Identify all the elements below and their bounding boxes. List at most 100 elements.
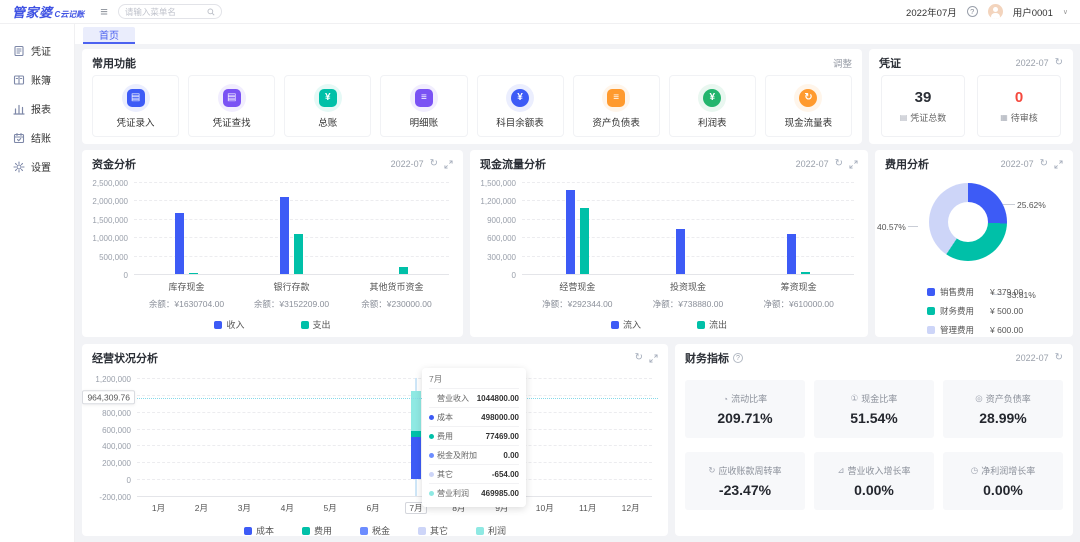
search-input[interactable] [125, 7, 203, 17]
legend-chip [476, 527, 484, 535]
legend-label: 利润 [488, 524, 506, 536]
legend-item-税金[interactable]: 税金 [360, 524, 390, 536]
legend-item-财务费用[interactable]: 财务费用¥ 500.00 [927, 305, 1023, 317]
indicator-label: ⊿营业收入增长率 [837, 464, 910, 477]
y-axis-tick: 600,000 [102, 426, 131, 435]
sidebar-item-ledger[interactable]: 账簿 [0, 65, 74, 94]
legend-label: 流入 [623, 318, 641, 331]
legend-item-利润[interactable]: 利润 [476, 524, 506, 536]
profit-sheet-icon: ¥ [703, 89, 721, 107]
quick-action-general-ledger[interactable]: ¥总账 [284, 75, 371, 137]
bar-收入 [280, 197, 289, 274]
panel-funds-analysis: 资金分析 2022-07 ↻ 2,500,0002,000,0001,500,0… [82, 150, 463, 337]
refresh-icon[interactable]: ↻ [430, 159, 438, 169]
y-axis-tick: 1,200,000 [95, 375, 131, 384]
refresh-icon[interactable]: ↻ [635, 353, 643, 363]
indicator-label: ↻应收账款周转率 [708, 464, 781, 477]
help-icon[interactable]: ? [967, 6, 978, 17]
chevron-down-icon[interactable]: ∨ [1063, 8, 1068, 16]
voucher-search-icon: ▤ [223, 89, 241, 107]
quick-action-label: 利润表 [698, 115, 727, 129]
tab-home[interactable]: 首页 [83, 27, 135, 44]
month-label: 1月 [152, 503, 165, 513]
voucher-total-text: 凭证总数 [910, 111, 946, 124]
expand-icon[interactable] [649, 354, 658, 363]
logo-subtext: C云记账 [55, 9, 85, 20]
period-label: 2022-07 [1016, 353, 1049, 363]
quick-action-profit-sheet[interactable]: ¥ 利润表 [669, 75, 756, 137]
legend-label: 流出 [709, 318, 727, 331]
pending-review-box[interactable]: 0 ▦ 待审核 [977, 75, 1061, 137]
indicator-card: ◷净利润增长率0.00% [943, 452, 1063, 510]
funds-title: 资金分析 [92, 156, 136, 172]
voucher-total-box[interactable]: 39 ▤ 凭证总数 [881, 75, 965, 137]
balance-label: 净额：¥738880.00 [633, 298, 744, 310]
settings-icon [13, 161, 25, 173]
legend-item-其它[interactable]: 其它 [418, 524, 448, 536]
bar-流出 [801, 272, 810, 274]
quick-action-label: 科目余额表 [496, 115, 544, 129]
sidebar-item-report[interactable]: 报表 [0, 94, 74, 123]
expand-icon[interactable] [444, 160, 453, 169]
avatar[interactable] [988, 4, 1003, 19]
month-label: 4月 [281, 503, 294, 513]
stack-segment-费用 [411, 431, 421, 438]
quick-action-voucher-search[interactable]: ▤凭证查找 [188, 75, 275, 137]
refresh-icon[interactable]: ↻ [835, 159, 843, 169]
revenue-growth-icon: ⊿ [837, 465, 844, 476]
expand-icon[interactable] [849, 160, 858, 169]
bar-流入 [566, 190, 575, 274]
indicator-value: 51.54% [850, 410, 897, 426]
legend-item-管理费用[interactable]: 管理费用¥ 600.00 [927, 324, 1023, 336]
sidebar-item-voucher[interactable]: 凭证 [0, 36, 74, 65]
legend-item-流出[interactable]: 流出 [697, 318, 727, 331]
quick-action-account-balance[interactable]: ¥科目余额表 [477, 75, 564, 137]
y-axis-tick: 900,000 [487, 216, 516, 225]
gridline: 800,000 [137, 412, 652, 413]
bar-group [743, 182, 854, 274]
expand-icon[interactable] [1054, 160, 1063, 169]
refresh-icon[interactable]: ↻ [1055, 58, 1063, 68]
tooltip-label: 费用 [437, 431, 486, 442]
period-label: 2022-07 [1016, 58, 1049, 68]
month-label: 2月 [195, 503, 208, 513]
quick-action-balance-sheet[interactable]: ≡资产负债表 [573, 75, 660, 137]
quick-action-detail-ledger[interactable]: ≡明细账 [380, 75, 467, 137]
legend-item-收入[interactable]: 收入 [214, 318, 244, 331]
legend-item-销售费用[interactable]: 销售费用¥ 379.00 [927, 286, 1023, 298]
legend-item-支出[interactable]: 支出 [301, 318, 331, 331]
legend-item-费用[interactable]: 费用 [302, 524, 332, 536]
refresh-icon[interactable]: ↻ [1055, 353, 1063, 363]
legend-chip [301, 321, 309, 329]
legend-item-流入[interactable]: 流入 [611, 318, 641, 331]
funds-bar-chart: 2,500,0002,000,0001,500,0001,000,000500,… [82, 174, 463, 337]
adjust-button[interactable]: 调整 [833, 56, 852, 70]
month-label: 5月 [324, 503, 337, 513]
legend-item-成本[interactable]: 成本 [244, 524, 274, 536]
cashflow-bar-chart: 1,500,0001,200,000900,000600,000300,0000… [470, 174, 868, 337]
quick-action-cashflow-sheet[interactable]: ↻现金流量表 [765, 75, 852, 137]
indicator-name: 资产负债率 [986, 392, 1031, 405]
y-axis-tick: 400,000 [102, 442, 131, 451]
voucher-total-value: 39 [915, 89, 932, 106]
x-axis-label: 库存现金 [134, 280, 239, 293]
sidebar-item-settings[interactable]: 设置 [0, 152, 74, 181]
sidebar-item-closing[interactable]: 结账 [0, 123, 74, 152]
bar-收入 [175, 213, 184, 274]
pending-review-text: 待审核 [1011, 111, 1038, 124]
operating-stacked-chart: 1,200,000800,000600,000400,000200,0000-2… [82, 368, 668, 536]
help-icon[interactable]: ? [733, 353, 743, 363]
indicator-value: 209.71% [717, 410, 772, 426]
gridline: 400,000 [137, 445, 652, 446]
quick-action-voucher-entry[interactable]: ▤凭证录入 [92, 75, 179, 137]
menu-toggle-icon[interactable]: ≡ [100, 5, 108, 18]
username[interactable]: 用户0001 [1013, 5, 1053, 19]
legend-amount: ¥ 379.00 [990, 287, 1023, 297]
ledger-icon [13, 74, 25, 86]
tab-bar: 首页 [75, 24, 1080, 44]
indicator-value: 28.99% [979, 410, 1026, 426]
y-axis-tick: 2,500,000 [92, 179, 128, 188]
refresh-icon[interactable]: ↻ [1040, 159, 1048, 169]
bar-流入 [787, 234, 796, 274]
panel-quick-actions: 常用功能 调整 ▤凭证录入▤凭证查找¥总账≡明细账¥科目余额表≡资产负债表¥利润… [82, 49, 862, 144]
